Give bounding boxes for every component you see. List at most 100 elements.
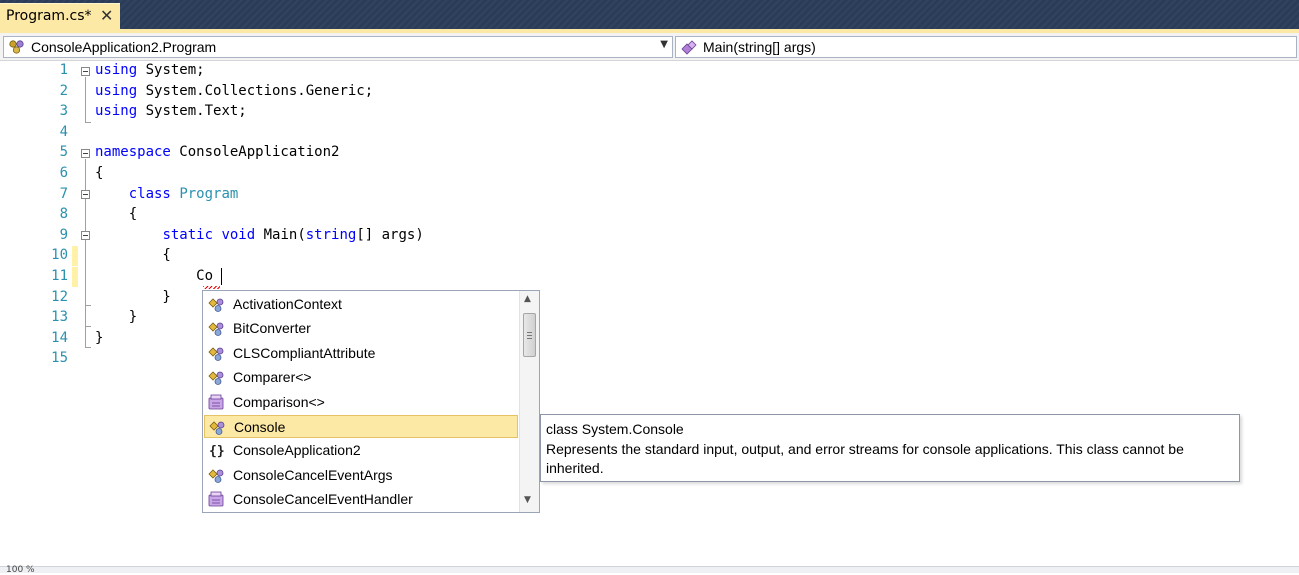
class-icon [208,298,224,312]
keyword-token: using [95,62,138,78]
delegate-icon [208,394,224,409]
code-text: { [95,247,171,264]
quick-info-tooltip: class System.Console Represents the stan… [540,414,1240,482]
scroll-down-icon[interactable]: ▼ [524,495,531,505]
code-token: ConsoleApplication2 [170,144,340,161]
code-line[interactable]: 10 { [0,246,1299,267]
code-line[interactable]: 13 } [0,308,1299,328]
code-line[interactable]: 12 } [0,288,1299,308]
type-dropdown[interactable]: ConsoleApplication2.Program ▼ [3,36,673,58]
completion-item[interactable]: BitConverter [204,317,518,340]
completion-item[interactable]: Comparison<> [204,391,518,414]
code-token: } [95,329,104,346]
tab-program-cs[interactable]: Program.cs* ✕ [0,3,120,29]
code-token: System.Collections.Generic; [137,82,374,99]
collapse-icon[interactable] [81,231,90,240]
line-number: 9 [59,226,68,243]
member-dropdown[interactable]: Main(string[] args) [675,36,1297,58]
completion-item[interactable]: ConsoleCancelEventHandler [204,488,518,511]
line-number: 11 [51,268,68,284]
close-icon[interactable]: ✕ [100,6,113,25]
completion-item[interactable]: Console [204,415,518,438]
code-line[interactable]: 1 using System; [0,61,1299,81]
code-text: using System.Text; [95,103,247,119]
delegate-icon [208,491,224,507]
code-line[interactable]: 6{ [0,164,1299,184]
completion-item[interactable]: ConsoleCancelEventArgs [204,464,518,487]
code-token: Main( [255,226,306,243]
code-line[interactable]: 9 static void Main(string[] args) [0,226,1299,246]
document-tab-strip: Program.cs* ✕ [0,0,1299,29]
collapse-icon[interactable] [81,190,90,199]
completion-item-label: ConsoleApplication2 [233,442,361,459]
tab-label: Program.cs* [6,8,92,24]
code-token: { [95,165,104,181]
line-number: 14 [51,329,68,346]
code-line[interactable]: 8 { [0,205,1299,225]
line-number: 2 [59,82,68,99]
line-number: 12 [51,288,68,305]
code-line[interactable]: 14} [0,329,1299,349]
code-token: System.Text; [137,103,247,120]
zoom-level[interactable]: 100 % [6,565,35,575]
code-token: } [95,309,138,326]
code-line[interactable]: 11 Co [0,267,1299,287]
keyword-token: namespace [95,144,171,161]
code-text: Co [95,268,213,284]
keyword-token: void [221,226,256,243]
line-number: 13 [51,309,68,326]
line-number: 4 [59,123,68,140]
change-marker [72,267,78,287]
class-icon [208,371,224,386]
keyword-token: string [305,226,357,243]
intellisense-completion-list[interactable]: ActivationContext BitConverter CLSComplian… [202,290,540,513]
completion-scrollbar[interactable]: ▲ ▼ [519,291,539,512]
editor-bottom-bar: 100 % [0,565,1299,575]
completion-item-label: Console [234,419,286,435]
outline-guide [85,241,86,305]
completion-item-label: BitConverter [233,320,311,337]
completion-item[interactable]: {} ConsoleApplication2 [204,439,518,462]
completion-item-label: ActivationContext [233,296,342,312]
code-text: using System; [95,62,205,78]
code-text: static void Main(string[] args) [95,226,423,243]
code-token: Co [95,268,214,284]
code-text: using System.Collections.Generic; [95,83,373,99]
code-line[interactable]: 4 [0,123,1299,143]
text-caret [221,268,222,285]
line-number: 8 [59,206,68,223]
completion-item[interactable]: Comparer<> [204,366,518,389]
code-line[interactable]: 15 [0,349,1299,369]
collapse-icon[interactable] [81,149,90,158]
completion-item[interactable]: ActivationContext [204,293,518,316]
code-token: { [95,247,171,264]
code-text: } [95,288,171,305]
scroll-thumb[interactable] [523,313,536,357]
scroll-up-icon[interactable]: ▲ [524,294,531,304]
tooltip-description: Represents the standard input, output, a… [546,441,1184,476]
outline-guide-end [85,305,91,306]
completion-item-label: ConsoleCancelEventArgs [233,466,393,483]
namespace-icon: {} [209,444,225,459]
code-line[interactable]: 5 namespace ConsoleApplication2 [0,143,1299,163]
line-number: 3 [59,103,68,120]
completion-item[interactable]: CLSCompliantAttribute [204,342,518,365]
class-icon [208,469,224,483]
outline-guide [85,77,86,122]
chevron-down-icon[interactable]: ▼ [660,39,668,50]
collapse-icon[interactable] [81,67,90,76]
code-editor[interactable]: 1 using System; 2 using System.Collections.… [0,61,1299,566]
code-text: class Program [95,186,239,202]
class-icon [208,347,224,361]
completion-item-label: CLSCompliantAttribute [233,344,376,361]
tooltip-signature: class System.Console [546,421,684,437]
code-token: } [95,288,171,305]
outline-guide-end [85,347,91,348]
code-token: { [95,206,138,223]
code-line[interactable]: 7 class Program [0,185,1299,205]
code-line[interactable]: 3 using System.Text; [0,102,1299,122]
error-squiggle [203,286,220,289]
code-line[interactable]: 2 using System.Collections.Generic; [0,82,1299,102]
